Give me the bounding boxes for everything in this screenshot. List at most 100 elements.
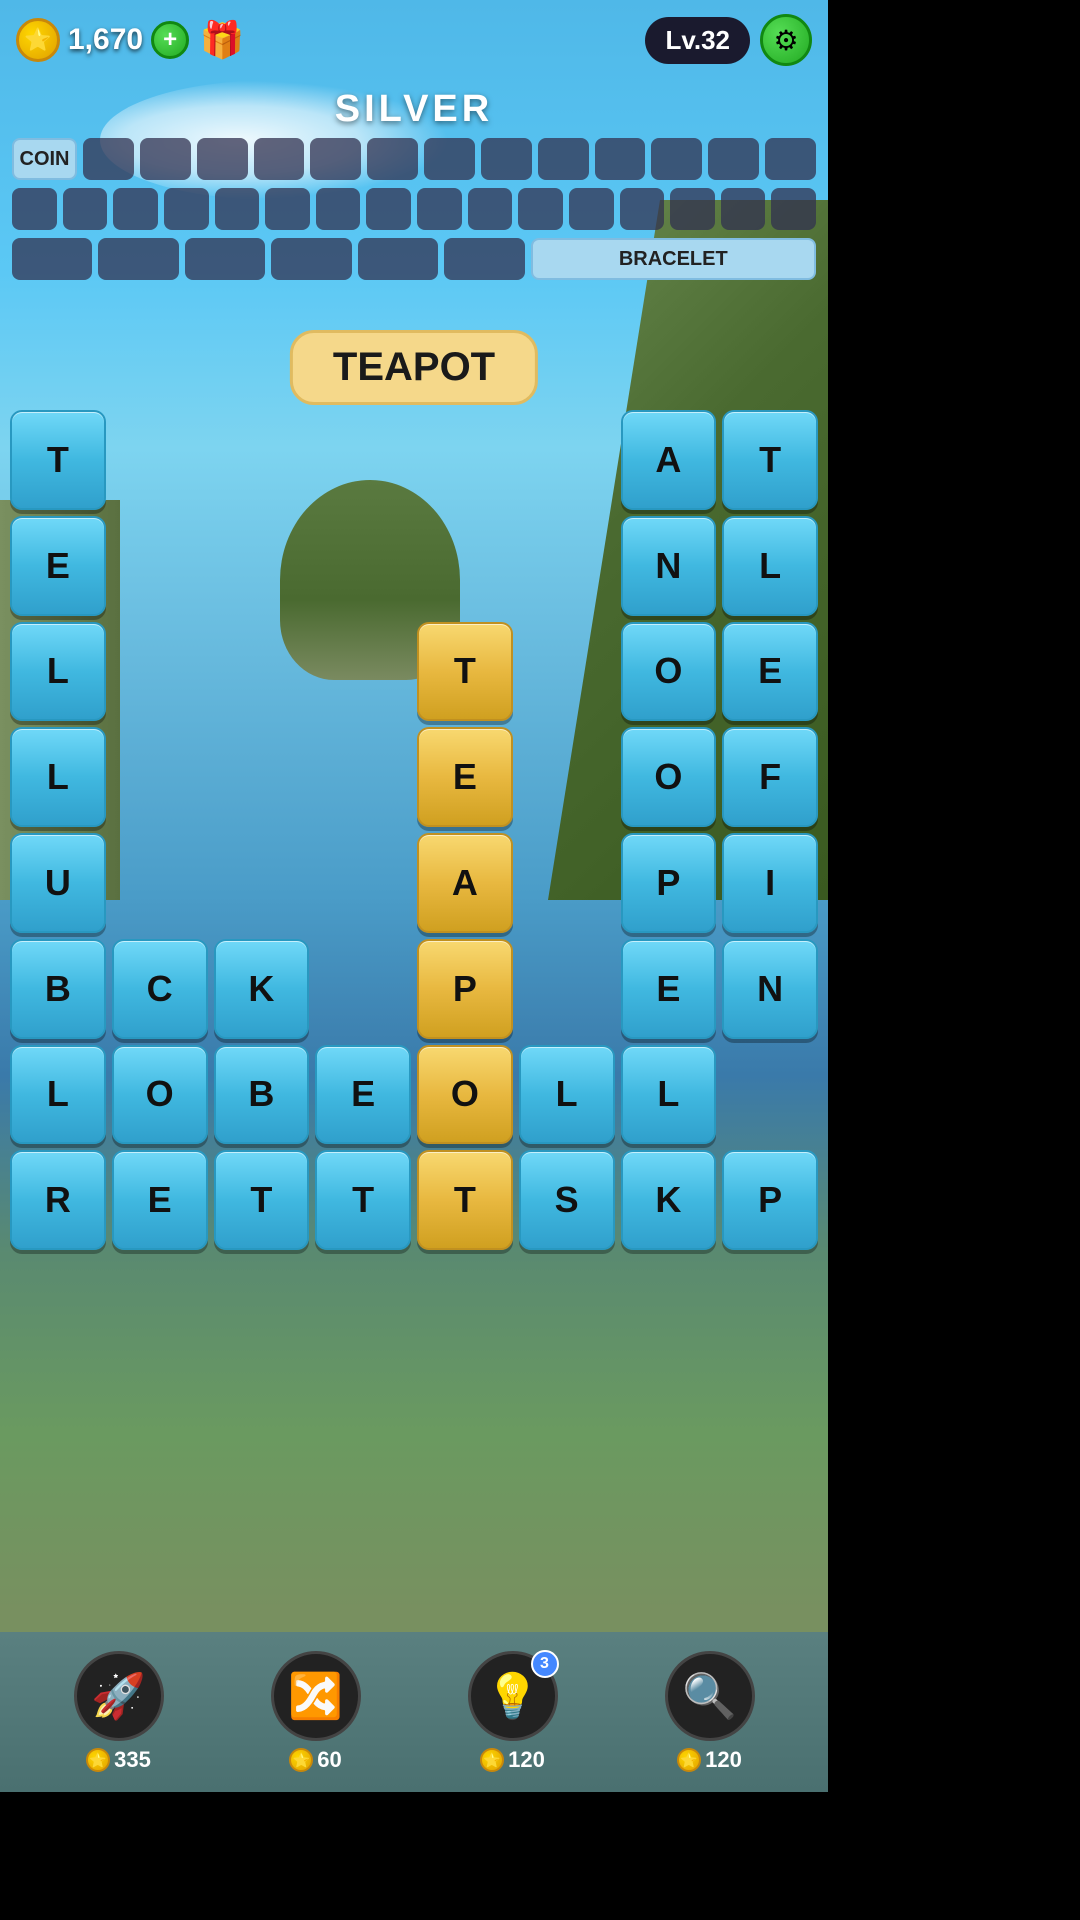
tile-T-8-4[interactable]: T: [315, 1150, 411, 1250]
tile-E-6-7[interactable]: E: [621, 939, 717, 1039]
tile-2-2: [112, 516, 208, 616]
tile-O-3-7[interactable]: O: [621, 622, 717, 722]
tile-5-4: [315, 833, 411, 933]
shuffle-tool-button[interactable]: 🔀 ⭐60: [271, 1651, 361, 1773]
tile-P-8-8[interactable]: P: [722, 1150, 818, 1250]
slot: [595, 138, 646, 180]
rocket-tool-button[interactable]: 🚀⭐335: [74, 1651, 164, 1773]
coin-count: 1,670: [68, 23, 143, 57]
magnify-cost-coin: ⭐: [677, 1748, 701, 1772]
tile-A-5-5[interactable]: A: [417, 833, 513, 933]
tile-E-3-8[interactable]: E: [722, 622, 818, 722]
tile-A-1-7[interactable]: A: [621, 410, 717, 510]
slot-row-1: COIN: [12, 138, 816, 180]
tile-N-2-7[interactable]: N: [621, 516, 717, 616]
slot: [271, 238, 351, 280]
slot: [265, 188, 310, 230]
tile-5-6: [519, 833, 615, 933]
slot: [367, 138, 418, 180]
tile-T-1-1[interactable]: T: [10, 410, 106, 510]
slot: [12, 188, 57, 230]
shuffle-cost: ⭐60: [289, 1747, 341, 1773]
tile-1-4: [315, 410, 411, 510]
shuffle-cost-coin: ⭐: [289, 1748, 313, 1772]
tile-K-6-3[interactable]: K: [214, 939, 310, 1039]
tile-5-2: [112, 833, 208, 933]
tile-L-7-1[interactable]: L: [10, 1045, 106, 1145]
tile-E-8-2[interactable]: E: [112, 1150, 208, 1250]
tile-1-2: [112, 410, 208, 510]
gift-icon[interactable]: 🎁: [197, 15, 247, 65]
slot: [215, 188, 260, 230]
slot: [12, 238, 92, 280]
tile-I-5-8[interactable]: I: [722, 833, 818, 933]
slot: [417, 188, 462, 230]
tile-7-8: [722, 1045, 818, 1145]
slot: [164, 188, 209, 230]
word-slots: COIN: [12, 138, 816, 288]
rocket-icon: 🚀: [74, 1651, 164, 1741]
tile-L-7-6[interactable]: L: [519, 1045, 615, 1145]
magnify-cost: ⭐120: [677, 1747, 742, 1773]
shuffle-icon: 🔀: [271, 1651, 361, 1741]
tile-F-4-8[interactable]: F: [722, 727, 818, 827]
top-bar: ⭐ 1,670 + 🎁 Lv.32 ⚙: [0, 0, 828, 80]
tile-1-3: [214, 410, 310, 510]
magnify-icon: 🔍: [665, 1651, 755, 1741]
slot: [316, 188, 361, 230]
tile-E-4-5[interactable]: E: [417, 727, 513, 827]
slot: [140, 138, 191, 180]
slot: [185, 238, 265, 280]
tile-L-4-1[interactable]: L: [10, 727, 106, 827]
slot: [310, 138, 361, 180]
page-title: SILVER: [0, 88, 828, 131]
tile-4-3: [214, 727, 310, 827]
bottom-bar: 🚀⭐335🔀⭐60💡3⭐120🔍⭐120: [0, 1632, 828, 1792]
slot: [651, 138, 702, 180]
tile-O-7-5[interactable]: O: [417, 1045, 513, 1145]
tile-3-3: [214, 622, 310, 722]
tile-P-6-5[interactable]: P: [417, 939, 513, 1039]
tile-K-8-7[interactable]: K: [621, 1150, 717, 1250]
magnify-cost-value: 120: [705, 1747, 742, 1773]
tile-B-7-3[interactable]: B: [214, 1045, 310, 1145]
tile-O-4-7[interactable]: O: [621, 727, 717, 827]
tile-4-6: [519, 727, 615, 827]
tile-O-7-2[interactable]: O: [112, 1045, 208, 1145]
tile-T-3-5[interactable]: T: [417, 622, 513, 722]
level-badge: Lv.32: [645, 17, 750, 64]
tile-E-7-4[interactable]: E: [315, 1045, 411, 1145]
tile-T-1-8[interactable]: T: [722, 410, 818, 510]
slot: [765, 138, 816, 180]
tile-P-5-7[interactable]: P: [621, 833, 717, 933]
tile-4-2: [112, 727, 208, 827]
slot: [708, 138, 759, 180]
slot: [569, 188, 614, 230]
slot: [63, 188, 108, 230]
tile-E-2-1[interactable]: E: [10, 516, 106, 616]
slot: [444, 238, 524, 280]
add-coins-button[interactable]: +: [151, 21, 189, 59]
tile-2-5: [417, 516, 513, 616]
settings-button[interactable]: ⚙: [760, 14, 812, 66]
slot: [113, 188, 158, 230]
slot: [468, 188, 513, 230]
tile-R-8-1[interactable]: R: [10, 1150, 106, 1250]
tile-T-8-3[interactable]: T: [214, 1150, 310, 1250]
tile-L-7-7[interactable]: L: [621, 1045, 717, 1145]
hint-badge: 3: [531, 1650, 559, 1678]
tile-S-8-6[interactable]: S: [519, 1150, 615, 1250]
tile-3-4: [315, 622, 411, 722]
tile-L-3-1[interactable]: L: [10, 622, 106, 722]
tile-L-2-8[interactable]: L: [722, 516, 818, 616]
hint-tool-button[interactable]: 💡3⭐120: [468, 1651, 558, 1773]
tile-N-6-8[interactable]: N: [722, 939, 818, 1039]
slot: [254, 138, 305, 180]
tile-B-6-1[interactable]: B: [10, 939, 106, 1039]
tile-T-8-5[interactable]: T: [417, 1150, 513, 1250]
magnify-tool-button[interactable]: 🔍 ⭐120: [665, 1651, 755, 1773]
tile-5-3: [214, 833, 310, 933]
tile-U-5-1[interactable]: U: [10, 833, 106, 933]
tile-C-6-2[interactable]: C: [112, 939, 208, 1039]
slot-row-3: BRACELET: [12, 238, 816, 280]
